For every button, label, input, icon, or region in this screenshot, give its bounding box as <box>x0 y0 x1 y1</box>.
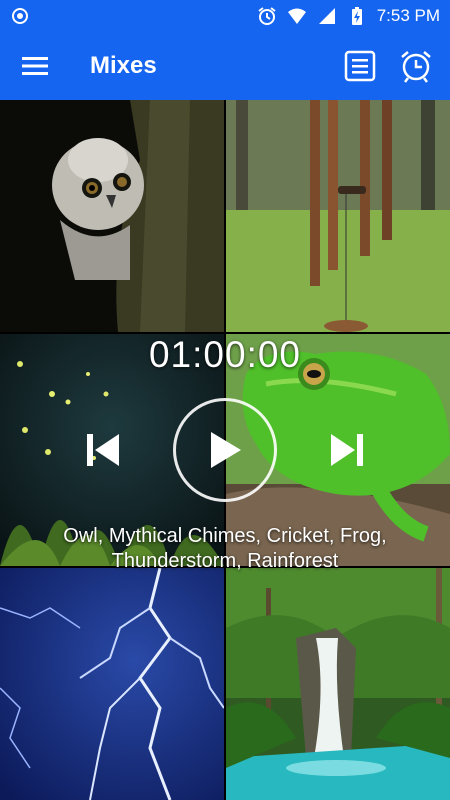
hamburger-menu-icon <box>22 57 48 75</box>
tile-owl[interactable] <box>0 100 224 332</box>
battery-charging-icon <box>347 6 367 26</box>
mix-line-1: Owl, Mythical Chimes, Cricket, Frog, <box>63 525 387 547</box>
signal-icon <box>317 6 337 26</box>
alarm-clock-button[interactable] <box>394 44 438 88</box>
alarm-clock-icon <box>401 51 431 83</box>
thunderstorm-image <box>0 568 224 800</box>
wifi-icon <box>287 6 307 26</box>
tile-mythical-chimes[interactable] <box>226 100 450 332</box>
next-button[interactable] <box>317 420 377 480</box>
list-icon <box>344 50 376 82</box>
previous-button[interactable] <box>73 420 133 480</box>
chimes-image <box>226 100 450 332</box>
app-bar: Mixes <box>0 32 450 100</box>
mix-line-2: Thunderstorm, Rainforest <box>111 550 339 572</box>
status-time: 7:53 PM <box>376 6 440 25</box>
record-icon <box>10 6 30 26</box>
menu-button[interactable] <box>0 32 70 100</box>
mix-description: Owl, Mythical Chimes, Cricket, Frog, Thu… <box>0 524 450 574</box>
status-bar: 7:53 PM <box>0 0 450 32</box>
play-icon <box>211 432 241 468</box>
list-button[interactable] <box>338 44 382 88</box>
alarm-icon <box>257 6 277 26</box>
owl-image <box>0 100 224 332</box>
page-title: Mixes <box>90 52 157 79</box>
tile-thunderstorm[interactable] <box>0 568 224 800</box>
skip-previous-icon <box>87 434 119 466</box>
timer-display: 01:00:00 <box>148 334 302 375</box>
skip-next-icon <box>331 434 363 466</box>
tile-rainforest[interactable] <box>226 568 450 800</box>
player-controls <box>0 397 450 503</box>
rainforest-image <box>226 568 450 800</box>
play-button[interactable] <box>173 398 277 502</box>
